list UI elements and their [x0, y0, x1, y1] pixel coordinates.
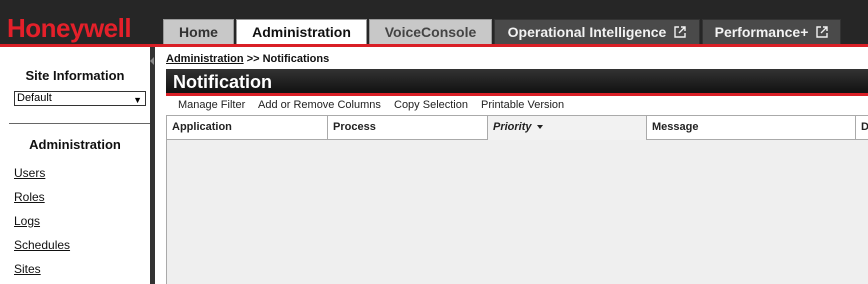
tab-home[interactable]: Home	[163, 19, 234, 45]
sidebar-item-users[interactable]: Users	[14, 166, 45, 180]
tab-administration-label: Administration	[252, 24, 351, 40]
tab-voiceconsole[interactable]: VoiceConsole	[369, 19, 492, 45]
column-header-priority-label: Priority	[493, 121, 532, 133]
column-header-message[interactable]: Message	[647, 116, 856, 140]
sidebar-item-schedules[interactable]: Schedules	[14, 238, 70, 252]
tab-operational-intelligence[interactable]: Operational Intelligence	[494, 19, 700, 45]
tab-voiceconsole-label: VoiceConsole	[384, 24, 477, 40]
site-information-heading: Site Information	[25, 68, 125, 83]
honeywell-logo[interactable]: Honeywell	[7, 13, 132, 44]
chevron-down-icon: ▼	[133, 95, 142, 105]
column-header-d[interactable]: D	[856, 116, 868, 140]
sidebar-collapse-handle[interactable]	[150, 47, 155, 284]
sort-descending-icon	[536, 125, 543, 129]
column-header-application[interactable]: Application	[167, 116, 328, 140]
grid-toolbar: Manage Filter Add or Remove Columns Copy…	[166, 98, 868, 114]
external-link-icon	[816, 26, 829, 38]
column-header-priority[interactable]: Priority	[488, 116, 647, 140]
sidebar: Site Information Default ▼ Administratio…	[0, 47, 150, 284]
tab-home-label: Home	[179, 24, 218, 40]
notifications-grid: Application Process Priority Message D	[166, 115, 868, 284]
copy-selection-button[interactable]: Copy Selection	[394, 99, 468, 111]
tab-performance-plus-label: Performance+	[714, 24, 809, 40]
sidebar-divider	[9, 123, 150, 124]
page-header: Notification	[166, 69, 868, 96]
manage-filter-button[interactable]: Manage Filter	[178, 99, 245, 111]
collapse-arrow-icon	[150, 57, 154, 65]
top-nav-bar: Honeywell Home Administration VoiceConso…	[0, 0, 868, 47]
site-select-value: Default	[17, 92, 52, 104]
tab-performance-plus[interactable]: Performance+	[702, 19, 841, 45]
breadcrumb-administration-link[interactable]: Administration	[166, 53, 244, 65]
column-header-process[interactable]: Process	[328, 116, 488, 140]
breadcrumb-current: Notifications	[262, 53, 330, 65]
administration-heading: Administration	[29, 137, 121, 152]
page-title: Notification	[173, 72, 272, 92]
grid-header-row: Application Process Priority Message D	[167, 115, 868, 140]
breadcrumb: Administration >> Notifications	[166, 53, 329, 65]
sidebar-item-sites[interactable]: Sites	[14, 262, 41, 276]
sidebar-item-roles[interactable]: Roles	[14, 190, 45, 204]
site-select[interactable]: Default ▼	[14, 91, 146, 106]
printable-version-button[interactable]: Printable Version	[481, 99, 564, 111]
add-remove-columns-button[interactable]: Add or Remove Columns	[258, 99, 381, 111]
breadcrumb-separator: >>	[246, 53, 260, 65]
external-link-icon	[674, 26, 687, 38]
sidebar-item-logs[interactable]: Logs	[14, 214, 40, 228]
tab-administration[interactable]: Administration	[236, 19, 367, 47]
tab-operational-intelligence-label: Operational Intelligence	[507, 24, 667, 40]
